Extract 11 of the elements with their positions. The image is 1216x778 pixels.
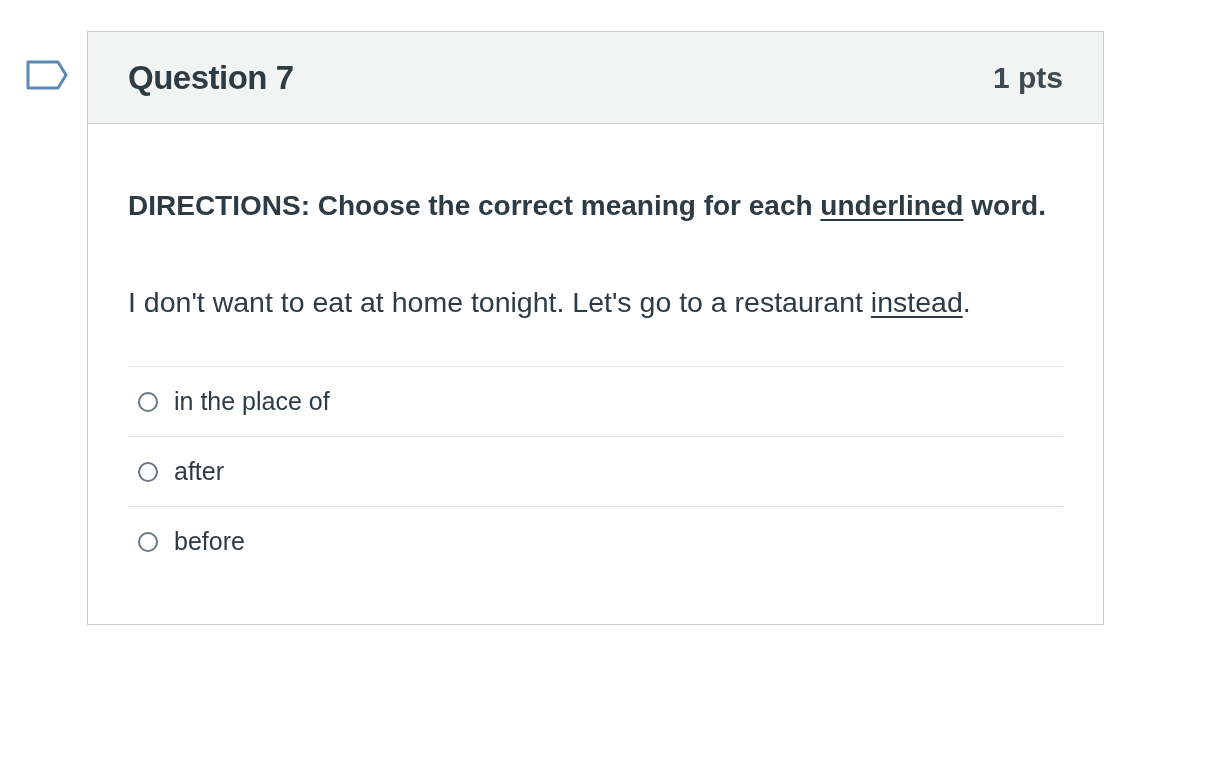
flag-icon[interactable] bbox=[26, 60, 68, 90]
answer-label[interactable]: in the place of bbox=[174, 387, 330, 416]
question-title: Question 7 bbox=[128, 58, 294, 97]
radio-button[interactable] bbox=[138, 461, 158, 482]
answer-label[interactable]: before bbox=[174, 527, 245, 556]
question-sentence: I don't want to eat at home tonight. Let's go to a restaurant instead. bbox=[128, 285, 972, 320]
radio-button[interactable] bbox=[138, 391, 158, 412]
directions-text: DIRECTIONS: Choose the correct meaning for each underlined word. bbox=[128, 189, 1047, 223]
radio-button[interactable] bbox=[138, 531, 158, 552]
points-label: 1 pts bbox=[992, 60, 1063, 95]
answer-label[interactable]: after bbox=[174, 457, 225, 486]
